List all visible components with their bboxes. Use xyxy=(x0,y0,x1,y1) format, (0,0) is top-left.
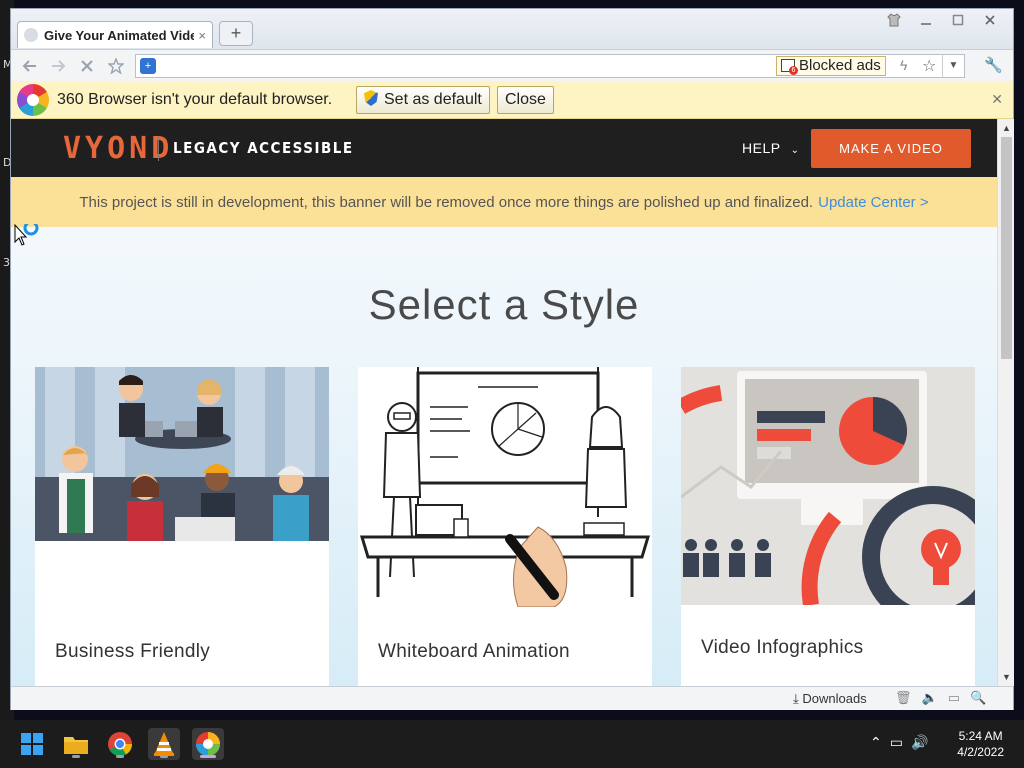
mouse-cursor-icon xyxy=(14,220,40,251)
business-friendly-illustration xyxy=(35,367,329,541)
download-icon: ⤓ xyxy=(793,691,803,706)
desktop-label: 3 xyxy=(3,256,10,269)
help-label: HELP xyxy=(742,140,781,156)
clock-time: 5:24 AM xyxy=(958,729,1003,743)
favorite-star-icon[interactable] xyxy=(105,56,127,76)
infobar-close-button[interactable]: Close xyxy=(497,86,554,114)
tab-close-icon[interactable]: × xyxy=(198,28,206,43)
infobar-message: 360 Browser isn't your default browser. xyxy=(57,91,333,108)
web-page: VYOND LEGACY ACCESSIBLE HELP ⌄ MAKE A VID… xyxy=(11,119,997,686)
make-a-video-button[interactable]: MAKE A VIDEO xyxy=(811,129,971,168)
shirt-icon[interactable] xyxy=(883,11,905,29)
maximize-icon[interactable] xyxy=(947,11,969,29)
running-indicator xyxy=(160,755,168,758)
set-as-default-button[interactable]: Set as default xyxy=(356,86,490,114)
page-favicon-icon xyxy=(24,28,38,42)
header-divider xyxy=(158,137,159,161)
trash-icon[interactable]: 🗑 xyxy=(895,690,912,706)
active-indicator xyxy=(200,755,216,758)
style-card-video-infographics[interactable]: Video Infographics xyxy=(681,367,975,686)
vlc-icon[interactable] xyxy=(148,728,180,760)
browser-tab[interactable]: Give Your Animated Vide × xyxy=(17,21,213,48)
tab-title: Give Your Animated Vide xyxy=(44,27,194,43)
site-header: VYOND LEGACY ACCESSIBLE HELP ⌄ MAKE A VID… xyxy=(11,119,997,177)
address-dropdown-icon[interactable]: ▼ xyxy=(942,55,964,77)
close-icon[interactable] xyxy=(979,11,1001,29)
style-card-whiteboard-animation[interactable]: Whiteboard Animation xyxy=(358,367,652,686)
new-tab-button[interactable]: + xyxy=(219,21,253,46)
help-menu[interactable]: HELP ⌄ xyxy=(742,140,799,156)
video-infographics-illustration xyxy=(681,367,975,605)
set-as-default-label: Set as default xyxy=(384,91,482,108)
whiteboard-illustration xyxy=(358,367,652,607)
downloads-label: Downloads xyxy=(802,691,867,706)
clock-date: 4/2/2022 xyxy=(957,745,1004,759)
blocked-ads-icon: 6 xyxy=(781,59,798,75)
blocked-count-badge: 6 xyxy=(789,66,798,75)
uac-shield-icon xyxy=(364,90,378,106)
window-controls xyxy=(883,11,1001,29)
file-explorer-icon[interactable] xyxy=(60,728,92,760)
scroll-down-icon[interactable]: ▼ xyxy=(998,670,1015,684)
taskbar: ⌃ ▭ 🔊 5:24 AM 4/2/2022 xyxy=(0,720,1024,768)
running-indicator xyxy=(116,755,124,758)
volume-icon[interactable]: 🔊 xyxy=(911,734,928,751)
minimize-icon[interactable] xyxy=(915,11,937,29)
zoom-icon[interactable]: 🔍 xyxy=(970,690,986,706)
page-title: Select a Style xyxy=(368,281,640,328)
running-indicator xyxy=(72,755,80,758)
stop-icon[interactable] xyxy=(76,56,98,76)
wrench-menu-icon[interactable]: 🔧 xyxy=(984,56,1003,74)
forward-icon[interactable] xyxy=(47,56,69,76)
windows-start-icon[interactable] xyxy=(16,728,48,760)
title-bar: Give Your Animated Vide × + xyxy=(11,9,1013,49)
back-icon[interactable] xyxy=(19,56,41,76)
network-icon[interactable]: ▭ xyxy=(890,734,903,751)
lightning-icon[interactable]: ϟ xyxy=(900,57,907,73)
chrome-icon[interactable] xyxy=(104,728,136,760)
chevron-down-icon: ⌄ xyxy=(790,145,800,156)
default-browser-infobar: 360 Browser isn't your default browser. … xyxy=(11,81,1013,119)
browser-window: Give Your Animated Vide × + + 6 Blocked … xyxy=(10,8,1014,710)
taskbar-clock[interactable]: 5:24 AM 4/2/2022 xyxy=(957,728,1004,760)
scrollbar-thumb[interactable] xyxy=(1001,137,1012,359)
vyond-logo[interactable]: VYOND xyxy=(63,131,173,166)
banner-text: This project is still in development, th… xyxy=(79,193,814,211)
blocked-ads-label: Blocked ads xyxy=(799,57,881,74)
scroll-up-icon[interactable]: ▲ xyxy=(998,121,1015,135)
speaker-icon[interactable]: 🔈 xyxy=(922,690,938,706)
page-scrollbar[interactable]: ▲ ▼ xyxy=(997,119,1014,686)
development-banner: This project is still in development, th… xyxy=(11,177,997,227)
system-tray: ⌃ ▭ 🔊 xyxy=(870,734,928,751)
style-card-business-friendly[interactable]: Business Friendly xyxy=(35,367,329,686)
blocked-ads-button[interactable]: 6 Blocked ads xyxy=(776,56,886,76)
style-card-label: Video Infographics xyxy=(701,637,864,658)
status-icons: 🗑 🔈 ▭ 🔍 xyxy=(895,690,986,706)
downloads-button[interactable]: ⤓ Downloads xyxy=(793,691,867,707)
brand-tagline: LEGACY ACCESSIBLE xyxy=(173,139,354,157)
bookmark-star-icon[interactable]: ☆ xyxy=(922,56,936,76)
address-bar[interactable]: + 6 Blocked ads ϟ ☆ ▼ xyxy=(135,54,965,78)
chevron-up-icon[interactable]: ⌃ xyxy=(870,734,882,751)
status-bar: ⤓ Downloads 🗑 🔈 ▭ 🔍 xyxy=(11,686,1013,710)
360-browser-logo-icon xyxy=(17,84,49,116)
update-center-link[interactable]: Update Center > xyxy=(818,194,929,211)
navigation-bar: + 6 Blocked ads ϟ ☆ ▼ 🔧 xyxy=(11,49,1013,81)
window-icon[interactable]: ▭ xyxy=(948,690,960,706)
360-browser-icon[interactable] xyxy=(192,728,224,760)
style-card-label: Business Friendly xyxy=(55,641,211,662)
security-shield-icon: + xyxy=(140,58,156,74)
infobar-dismiss-icon[interactable]: ✕ xyxy=(991,91,1003,108)
style-card-label: Whiteboard Animation xyxy=(378,641,570,662)
